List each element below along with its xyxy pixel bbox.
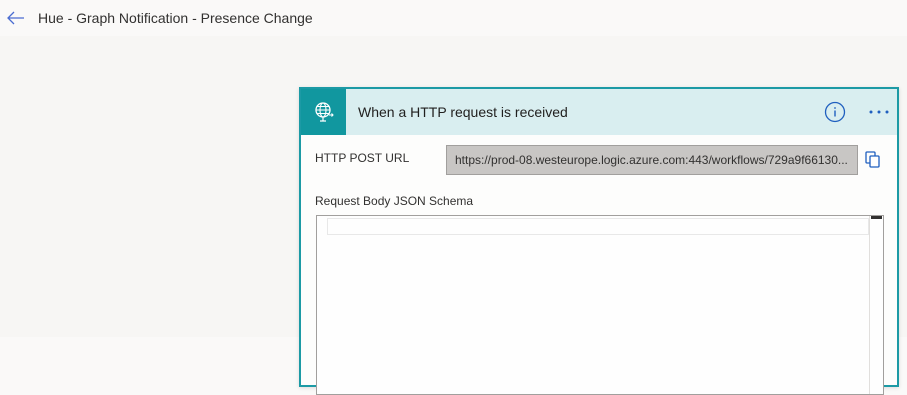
editor-scrollbar-thumb[interactable] bbox=[871, 216, 882, 219]
copy-url-button[interactable] bbox=[863, 150, 883, 170]
more-options-icon bbox=[869, 110, 889, 114]
back-button[interactable] bbox=[4, 6, 28, 30]
trigger-card[interactable]: When a HTTP request is received HTTP POS… bbox=[299, 87, 899, 395]
copy-icon bbox=[865, 151, 880, 168]
editor-scrollbar[interactable] bbox=[869, 216, 883, 394]
globe-request-icon bbox=[314, 102, 334, 122]
page-title: Hue - Graph Notification - Presence Chan… bbox=[38, 10, 313, 26]
info-button[interactable] bbox=[823, 100, 847, 124]
http-post-url-label: HTTP POST URL bbox=[315, 151, 410, 165]
request-body-schema-label: Request Body JSON Schema bbox=[315, 194, 474, 208]
http-post-url-field[interactable]: https://prod-08.westeurope.logic.azure.c… bbox=[446, 145, 858, 175]
more-options-button[interactable] bbox=[865, 100, 893, 124]
editor-current-line[interactable] bbox=[327, 218, 869, 235]
designer-canvas: When a HTTP request is received HTTP POS… bbox=[0, 36, 907, 395]
info-icon bbox=[824, 101, 846, 123]
top-bar: Hue - Graph Notification - Presence Chan… bbox=[0, 0, 907, 36]
request-body-schema-editor[interactable] bbox=[316, 215, 884, 395]
trigger-icon-box bbox=[301, 89, 346, 135]
arrow-left-icon bbox=[7, 11, 24, 25]
trigger-card-title[interactable]: When a HTTP request is received bbox=[358, 104, 823, 120]
trigger-card-header[interactable]: When a HTTP request is received bbox=[301, 89, 897, 135]
